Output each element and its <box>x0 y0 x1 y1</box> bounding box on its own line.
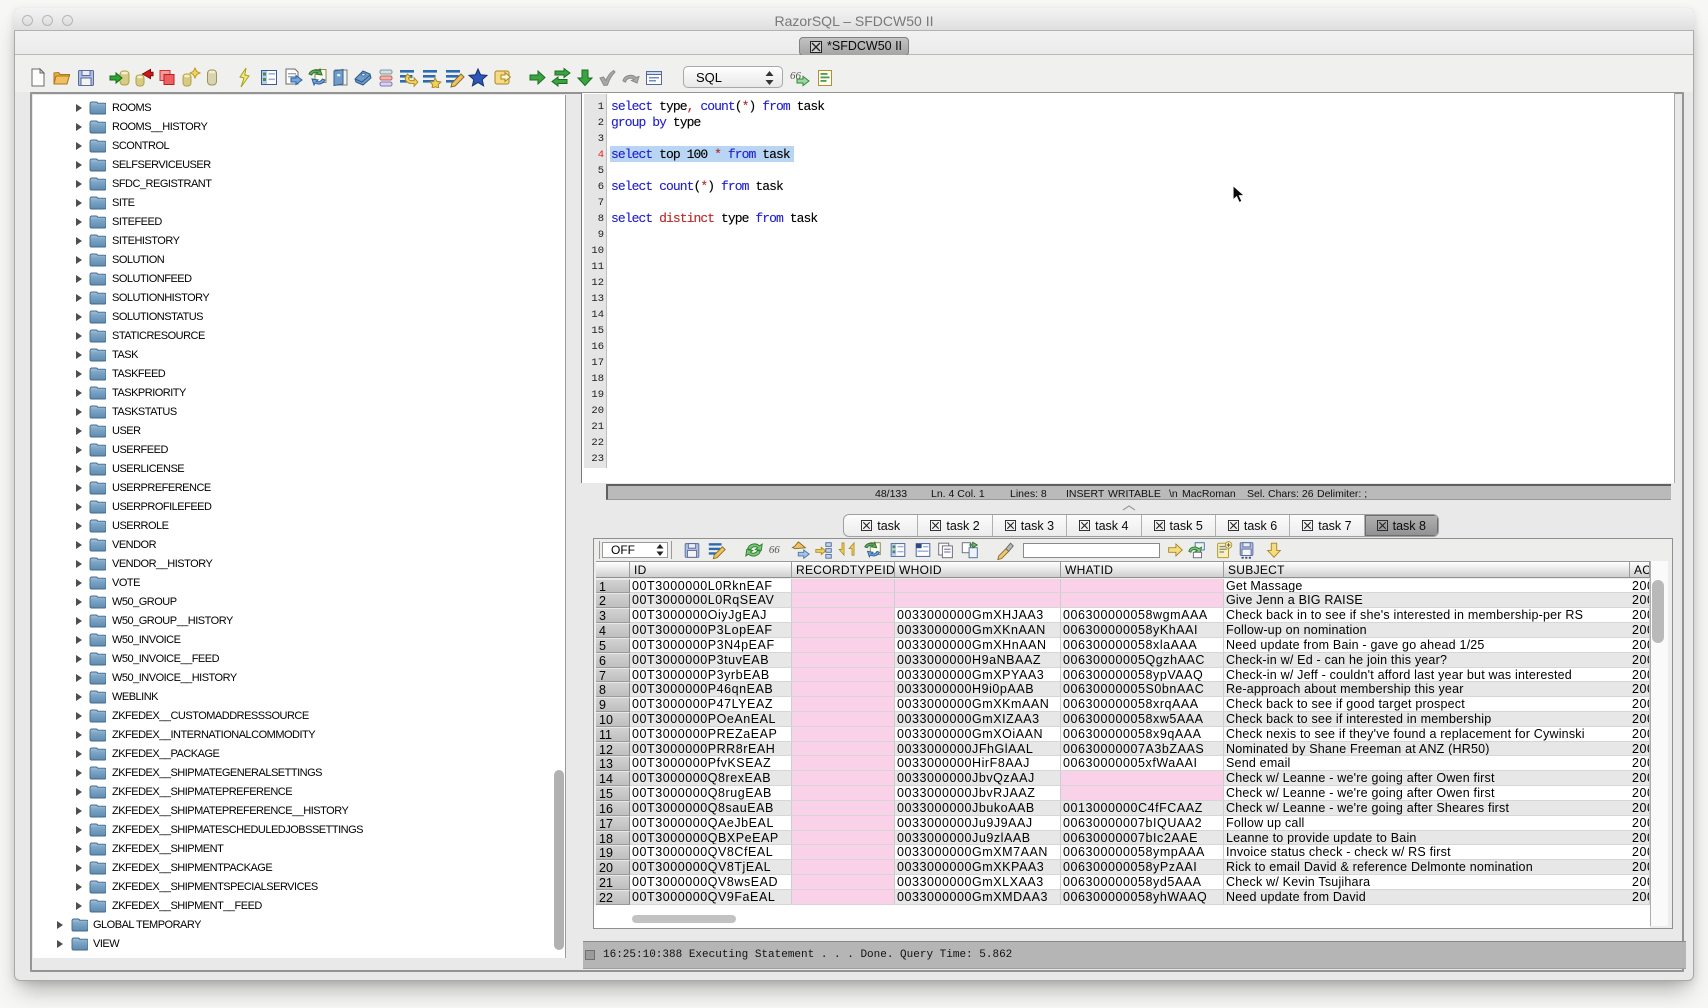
svg-text:66: 66 <box>769 544 780 556</box>
